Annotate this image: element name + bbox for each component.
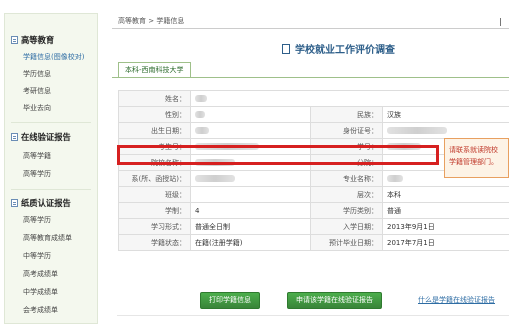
department-value	[190, 170, 311, 187]
sidebar-divider	[11, 122, 91, 123]
sidebar-section-higher-education: 高等教育	[11, 34, 54, 46]
grad-date-label: 预计毕业日期：	[310, 234, 383, 251]
tab-school[interactable]: 本科-西南科技大学	[118, 62, 191, 78]
sidebar-item-degree-info[interactable]: 学历信息	[23, 69, 51, 79]
enroll-date-label: 入学日期：	[310, 218, 383, 235]
redacted-value	[195, 111, 205, 118]
sidebar-item-online-student-status[interactable]: 高等学籍	[23, 151, 51, 161]
department-label: 系(所、函授站)：	[118, 170, 191, 187]
redacted-value	[195, 127, 209, 134]
sidebar-section-title: 高等教育	[21, 35, 55, 45]
highlight-box	[117, 145, 439, 165]
breadcrumb: 高等教育 > 学籍信息	[118, 17, 185, 25]
id-number-label: 身份证号：	[310, 122, 383, 139]
breadcrumb-divider	[112, 28, 509, 29]
category-label: 学历类别：	[310, 202, 383, 219]
sidebar-item-postgrad-info[interactable]: 考研信息	[23, 86, 51, 96]
sidebar-item-secondary-degree[interactable]: 中等学历	[23, 251, 51, 261]
tooltip-line: 请联系就读院校	[449, 146, 498, 154]
name-value	[190, 90, 509, 107]
sidebar-item-gaokao-transcript[interactable]: 高考成绩单	[23, 269, 58, 279]
redacted-value	[387, 127, 447, 134]
duration-label: 学制：	[118, 202, 191, 219]
gender-label: 性别：	[118, 106, 191, 123]
enroll-date-value: 2013年9月1日	[382, 218, 509, 235]
request-verification-button[interactable]: 申请该学籍在线验证报告	[287, 292, 382, 309]
print-student-status-button[interactable]: 打印学籍信息	[200, 292, 260, 309]
footer-divider	[117, 315, 509, 316]
sidebar-section-title: 在线验证报告	[21, 132, 71, 142]
major-label: 专业名称：	[310, 170, 383, 187]
table-row: 性别： 民族： 汉族	[118, 106, 509, 123]
page-title-text: 学校就业工作评价调查	[295, 45, 395, 56]
table-row: 学制： 4 学历类别： 普通	[118, 202, 509, 219]
sidebar-item-higher-transcript[interactable]: 高等教育成绩单	[23, 233, 72, 243]
sidebar-item-graduate-destination[interactable]: 毕业去向	[23, 103, 51, 113]
redacted-value	[195, 175, 235, 182]
sidebar-item-huikao-transcript[interactable]: 会考成绩单	[23, 305, 58, 315]
level-label: 层次：	[310, 186, 383, 203]
sidebar-item-online-degree[interactable]: 高等学历	[23, 169, 51, 179]
level-value: 本科	[382, 186, 509, 203]
ethnicity-label: 民族：	[310, 106, 383, 123]
document-icon	[282, 43, 290, 54]
document-icon	[11, 133, 18, 141]
tooltip-line: 学籍管理部门。	[449, 158, 498, 166]
sidebar: 高等教育 学籍信息(图像校对) 学历信息 考研信息 毕业去向 在线验证报告 高等…	[4, 13, 98, 324]
table-row: 学籍状态： 在籍(注册学籍) 预计毕业日期： 2017年7月1日	[118, 234, 509, 251]
class-value	[190, 186, 311, 203]
page-title: 学校就业工作评价调查	[282, 41, 395, 56]
duration-value: 4	[190, 202, 311, 219]
status-value: 在籍(注册学籍)	[190, 234, 311, 251]
redacted-value	[195, 95, 207, 102]
status-label: 学籍状态：	[118, 234, 191, 251]
sidebar-item-paper-degree[interactable]: 高等学历	[23, 215, 51, 225]
sidebar-item-student-status[interactable]: 学籍信息(图像校对)	[23, 52, 84, 62]
tooltip: 请联系就读院校 学籍管理部门。	[444, 138, 509, 178]
help-link[interactable]: 什么是学籍在线验证报告	[418, 295, 495, 305]
study-form-label: 学习形式：	[118, 218, 191, 235]
sidebar-section-paper-report: 纸质认证报告	[11, 197, 71, 209]
id-number-value	[382, 122, 509, 139]
table-row: 班级： 层次： 本科	[118, 186, 509, 203]
sidebar-section-online-report: 在线验证报告	[11, 131, 71, 143]
sidebar-section-title: 纸质认证报告	[21, 198, 71, 208]
gender-value	[190, 106, 311, 123]
class-label: 班级：	[118, 186, 191, 203]
ethnicity-value: 汉族	[382, 106, 509, 123]
document-icon	[11, 199, 18, 207]
tab-divider	[112, 77, 509, 78]
corner-mark	[500, 18, 505, 26]
document-icon	[11, 36, 18, 44]
redacted-value	[387, 175, 403, 182]
birth-date-label: 出生日期：	[118, 122, 191, 139]
table-row: 姓名：	[118, 90, 509, 107]
table-row: 出生日期： 身份证号：	[118, 122, 509, 139]
study-form-value: 普通全日制	[190, 218, 311, 235]
table-row: 学习形式： 普通全日制 入学日期： 2013年9月1日	[118, 218, 509, 235]
name-label: 姓名：	[118, 90, 191, 107]
category-value: 普通	[382, 202, 509, 219]
sidebar-item-middle-school-transcript[interactable]: 中学成绩单	[23, 287, 58, 297]
grad-date-value: 2017年7月1日	[382, 234, 509, 251]
birth-date-value	[190, 122, 311, 139]
sidebar-divider	[11, 189, 91, 190]
